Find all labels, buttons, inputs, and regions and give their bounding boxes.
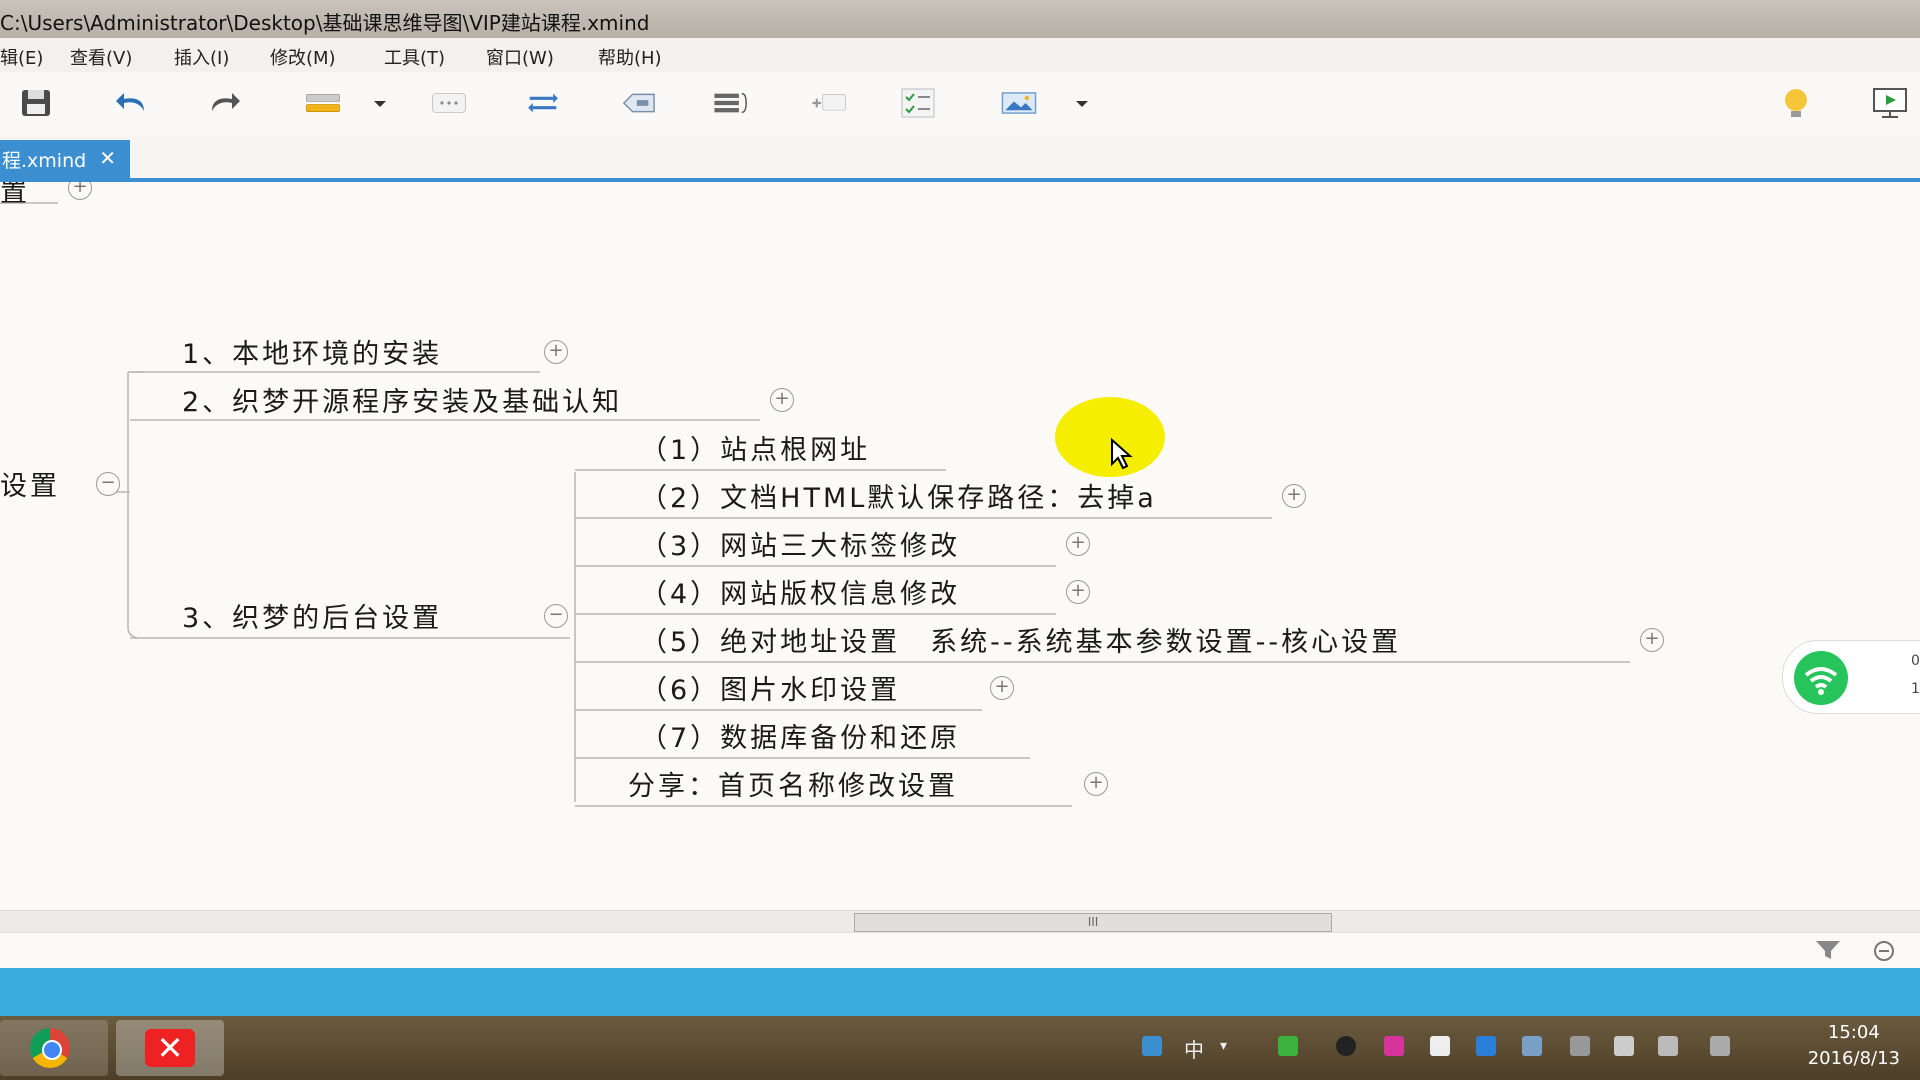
topic-branch-3[interactable]: 3、织梦的后台设置: [182, 596, 442, 635]
summary-icon[interactable]: [706, 86, 756, 120]
topic-partial-top[interactable]: 置: [0, 182, 30, 209]
editor-tab-row: 程.xmind ✕: [0, 136, 1920, 182]
menu-insert[interactable]: 插入(I): [174, 44, 229, 70]
menu-modify[interactable]: 修改(M): [270, 44, 336, 70]
film-icon[interactable]: [1430, 1036, 1450, 1056]
subtopic-6[interactable]: （6）图片水印设置: [640, 668, 900, 707]
mindmap-canvas[interactable]: 置 + 设置 − 1、本地环境的安装 + 2、织梦开源程序安装及基础认知 + 3…: [0, 182, 1920, 910]
subtopic-3[interactable]: （3）网站三大标签修改: [640, 524, 960, 563]
expand-button[interactable]: +: [1084, 772, 1108, 796]
close-icon[interactable]: ✕: [99, 146, 116, 170]
app-tray-icon[interactable]: [1384, 1036, 1404, 1056]
collapse-button[interactable]: −: [544, 604, 568, 628]
subtopic-7[interactable]: （7）数据库备份和还原: [640, 716, 960, 755]
image-icon[interactable]: [994, 86, 1044, 120]
wifi-tray-icon[interactable]: [1278, 1036, 1298, 1056]
expand-button[interactable]: +: [1066, 580, 1090, 604]
keyboard-icon[interactable]: [1570, 1036, 1590, 1056]
expand-button[interactable]: +: [1282, 484, 1306, 508]
xmind-icon: ✕: [145, 1029, 195, 1067]
menu-tools[interactable]: 工具(T): [384, 44, 445, 70]
topic-branch-2[interactable]: 2、织梦开源程序安装及基础认知: [182, 380, 622, 419]
subtopic-5[interactable]: （5）绝对地址设置 系统--系统基本参数设置--核心设置: [640, 620, 1401, 659]
dropdown-icon[interactable]: [370, 86, 390, 120]
status-bar: [0, 932, 1920, 969]
toolbar: [0, 72, 1920, 136]
expand-button[interactable]: +: [990, 676, 1014, 700]
callout-icon[interactable]: [804, 86, 854, 120]
dropdown-icon[interactable]: [1072, 86, 1092, 120]
upload-speed: 0: [1911, 653, 1920, 669]
ime-indicator[interactable]: 中: [1184, 1034, 1204, 1063]
action-center-icon[interactable]: [1710, 1036, 1730, 1056]
filter-icon[interactable]: [1814, 939, 1842, 966]
clock-date: 2016/8/13: [1807, 1048, 1900, 1069]
blue-band: [0, 968, 1920, 1016]
collapse-button[interactable]: −: [96, 472, 120, 496]
relationship-icon[interactable]: [520, 86, 566, 120]
topic-root[interactable]: 设置: [0, 464, 60, 503]
more-icon[interactable]: [426, 86, 472, 120]
chrome-icon: [30, 1028, 70, 1068]
boundary-icon[interactable]: [614, 86, 664, 120]
network-speed-widget[interactable]: 0 1: [1782, 640, 1920, 714]
redo-icon[interactable]: [204, 86, 244, 120]
window-title: C:\Users\Administrator\Desktop\基础课思维导图\V…: [0, 11, 650, 35]
expand-button[interactable]: +: [770, 388, 794, 412]
menu-view[interactable]: 查看(V): [70, 44, 132, 70]
subtopic-share[interactable]: 分享：首页名称修改设置: [628, 764, 958, 803]
clock-time: 15:04: [1827, 1022, 1880, 1043]
menu-edit[interactable]: 辑(E): [0, 44, 43, 70]
zoom-out-icon[interactable]: [1872, 939, 1896, 968]
taskbar: ✕ 中 ▾ 15:04 2016/8/13: [0, 1016, 1920, 1080]
download-speed: 1: [1911, 681, 1920, 697]
tab-document[interactable]: 程.xmind ✕: [0, 140, 130, 178]
ime-dropdown-icon[interactable]: ▾: [1220, 1038, 1227, 1054]
menu-window[interactable]: 窗口(W): [486, 44, 554, 70]
taskbar-xmind[interactable]: ✕: [116, 1020, 224, 1076]
subtopic-1[interactable]: （1）站点根网址: [640, 428, 870, 467]
taskbar-chrome[interactable]: [0, 1020, 108, 1076]
qq-icon[interactable]: [1336, 1036, 1356, 1056]
presentation-icon[interactable]: [1870, 86, 1910, 120]
undo-icon[interactable]: [112, 86, 152, 120]
save-icon[interactable]: [16, 86, 56, 120]
system-clock[interactable]: 15:04 2016/8/13: [1808, 1020, 1900, 1072]
expand-button[interactable]: +: [1640, 628, 1664, 652]
subtopic-2[interactable]: （2）文档HTML默认保存路径：去掉a: [640, 476, 1157, 515]
tab-label: 程.xmind: [2, 149, 87, 172]
topic-branch-1[interactable]: 1、本地环境的安装: [182, 332, 442, 371]
task-icon[interactable]: [898, 86, 938, 120]
menu-help[interactable]: 帮助(H): [598, 44, 662, 70]
subtopic-4[interactable]: （4）网站版权信息修改: [640, 572, 960, 611]
search-icon[interactable]: [1142, 1036, 1162, 1056]
expand-button[interactable]: +: [544, 340, 568, 364]
horizontal-scrollbar[interactable]: III: [0, 910, 1920, 933]
topic-icon[interactable]: [298, 86, 348, 120]
menu-bar: 辑(E) 查看(V) 插入(I) 修改(M) 工具(T) 窗口(W) 帮助(H): [0, 38, 1920, 73]
shield-icon[interactable]: [1476, 1036, 1496, 1056]
mouse-cursor-icon: [1110, 437, 1136, 474]
expand-button[interactable]: +: [1066, 532, 1090, 556]
bulb-icon[interactable]: [1776, 86, 1816, 120]
network-tray-icon[interactable]: [1522, 1036, 1542, 1056]
volume-icon[interactable]: [1658, 1036, 1678, 1056]
title-bar: C:\Users\Administrator\Desktop\基础课思维导图\V…: [0, 0, 1920, 38]
scrollbar-thumb[interactable]: III: [854, 913, 1332, 932]
wifi-icon: [1794, 651, 1848, 705]
gift-icon[interactable]: [1614, 1036, 1634, 1056]
